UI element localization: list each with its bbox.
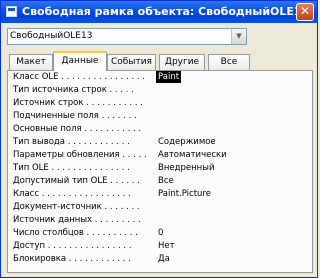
- object-selector-value: СвободныйOLE13: [10, 31, 93, 41]
- property-row[interactable]: Допустимый тип OLE . . . . . . Все: [8, 175, 308, 187]
- property-row[interactable]: Тип вывода . . . . . . . . . . . . Содер…: [8, 136, 308, 148]
- property-value[interactable]: Содержимое: [156, 136, 218, 148]
- tab-other[interactable]: Другие: [159, 54, 205, 70]
- property-label: Класс . . . . . . . . . . . . . . . . .: [13, 189, 131, 199]
- property-value[interactable]: Paint: [156, 71, 182, 83]
- property-row[interactable]: Источник данных . . . . . . . . .: [8, 214, 308, 226]
- close-button[interactable]: ✕: [296, 3, 314, 21]
- property-label: Источник строк . . . . . . . . . . .: [13, 98, 143, 108]
- property-row[interactable]: Документ-источник . . . . . . .: [8, 201, 308, 213]
- chevron-down-icon[interactable]: ▼: [231, 29, 246, 44]
- property-row[interactable]: Доступ . . . . . . . . . . . . . . . . Н…: [8, 240, 308, 252]
- tab-events[interactable]: События: [107, 54, 156, 70]
- property-row[interactable]: Блокировка . . . . . . . . . . . . Да: [8, 253, 308, 265]
- property-label: Доступ . . . . . . . . . . . . . . . .: [13, 241, 132, 251]
- property-row[interactable]: Подчиненные поля . . . . . . .: [8, 110, 308, 122]
- property-row[interactable]: Число столбцов . . . . . . . . . . 0: [8, 227, 308, 239]
- property-value[interactable]: 0: [156, 227, 165, 239]
- property-label: Число столбцов . . . . . . . . . .: [13, 228, 138, 238]
- property-label: Тип OLE . . . . . . . . . . . . . . .: [13, 163, 130, 173]
- property-tabs: Макет Данные События Другие Все: [7, 51, 313, 71]
- property-label: Допустимый тип OLE . . . . . .: [13, 176, 140, 186]
- property-sheet-window: Свободная рамка объекта: СвободныйOLE13 …: [0, 0, 318, 278]
- property-label: Основные поля . . . . . . . . . . .: [13, 124, 142, 134]
- property-label: Тип источника строк . . . . .: [13, 85, 134, 95]
- window-title: Свободная рамка объекта: СвободныйOLE13: [22, 5, 310, 18]
- title-bar[interactable]: Свободная рамка объекта: СвободныйOLE13 …: [1, 1, 317, 23]
- property-label: Источник данных . . . . . . . . .: [13, 215, 141, 225]
- property-label: Подчиненные поля . . . . . . .: [13, 111, 137, 121]
- tab-data[interactable]: Данные: [53, 51, 107, 71]
- tab-layout[interactable]: Макет: [9, 54, 53, 70]
- properties-panel: Класс OLE . . . . . . . . . . . . . . . …: [7, 70, 313, 273]
- property-row[interactable]: Класс . . . . . . . . . . . . . . . . . …: [8, 188, 308, 200]
- property-value[interactable]: Нет: [156, 240, 177, 252]
- property-value[interactable]: Paint.Picture: [156, 188, 213, 200]
- property-value[interactable]: Внедренный: [156, 162, 216, 174]
- property-row[interactable]: Тип источника строк . . . . .: [8, 84, 308, 96]
- property-value[interactable]: Автоматически: [156, 149, 229, 161]
- tab-all[interactable]: Все: [208, 54, 250, 70]
- property-row[interactable]: Тип OLE . . . . . . . . . . . . . . . Вн…: [8, 162, 308, 174]
- property-row[interactable]: Параметры обновления . . . . . Автоматич…: [8, 149, 308, 161]
- property-label: Тип вывода . . . . . . . . . . . .: [13, 137, 130, 147]
- property-label: Параметры обновления . . . . .: [13, 150, 147, 160]
- property-value[interactable]: Все: [156, 175, 176, 187]
- property-value[interactable]: Да: [156, 253, 172, 265]
- object-selector-dropdown[interactable]: СвободныйOLE13 ▼: [7, 28, 247, 45]
- property-row[interactable]: Источник строк . . . . . . . . . . .: [8, 97, 308, 109]
- property-label: Класс OLE . . . . . . . . . . . . . . . …: [13, 72, 145, 82]
- property-label: Блокировка . . . . . . . . . . . .: [13, 254, 131, 264]
- property-label: Документ-источник . . . . . . .: [13, 202, 140, 212]
- property-row[interactable]: Основные поля . . . . . . . . . . .: [8, 123, 308, 135]
- window-icon: [6, 6, 17, 17]
- property-row[interactable]: Класс OLE . . . . . . . . . . . . . . . …: [8, 71, 308, 83]
